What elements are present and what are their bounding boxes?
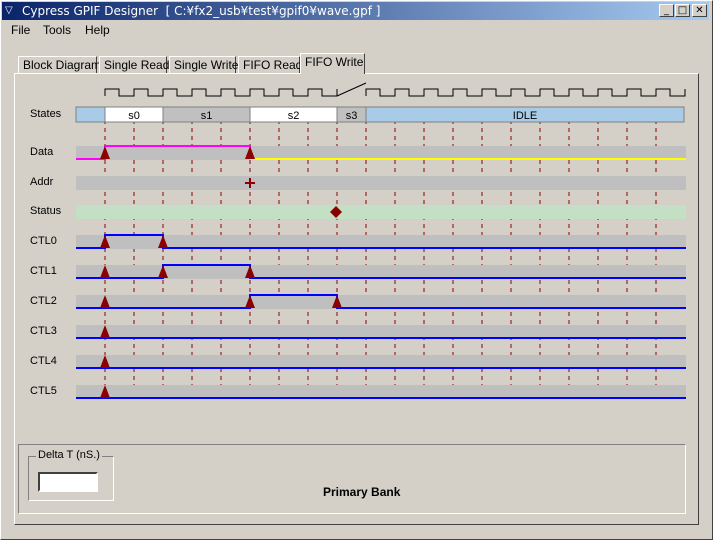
row-label-ctl0: CTL0: [30, 235, 57, 247]
state-label: s1: [201, 110, 213, 122]
row-label-ctl3: CTL3: [30, 325, 57, 337]
state-label: s3: [346, 110, 358, 122]
row-label-addr: Addr: [30, 176, 54, 188]
row-label-status: Status: [30, 205, 62, 217]
tab-fifo-write[interactable]: FIFO Write: [300, 53, 365, 74]
clock-break: [336, 82, 367, 97]
track-ctl4: [76, 355, 686, 369]
state-label: s2: [288, 110, 300, 122]
delta-input[interactable]: [38, 472, 98, 492]
row-label-ctl4: CTL4: [30, 355, 57, 367]
delta-label: Delta T (nS.): [36, 449, 102, 461]
bottom-group: [18, 444, 686, 514]
row-label-ctl5: CTL5: [30, 385, 57, 397]
state-lead: [75, 106, 106, 123]
data-active-fill: [105, 147, 250, 159]
signal-tracks[interactable]: [76, 145, 686, 399]
state-label: IDLE: [513, 110, 537, 122]
row-label-ctl1: CTL1: [30, 265, 57, 277]
track-ctl3: [76, 325, 686, 339]
state-label: s0: [128, 110, 140, 122]
clock-trace-idle: [365, 88, 686, 97]
clock-trace: [104, 88, 338, 97]
clock-waveform: [104, 82, 686, 97]
row-label-data: Data: [30, 146, 54, 158]
primary-bank-label: Primary Bank: [323, 485, 401, 499]
states-bar[interactable]: s0 s1 s2 s3 IDLE: [75, 106, 685, 123]
track-status: [76, 205, 686, 219]
track-ctl2: [76, 295, 686, 309]
track-addr: [76, 176, 686, 190]
row-label-states: States: [30, 108, 62, 120]
row-label-ctl2: CTL2: [30, 295, 57, 307]
track-ctl5: [76, 385, 686, 399]
